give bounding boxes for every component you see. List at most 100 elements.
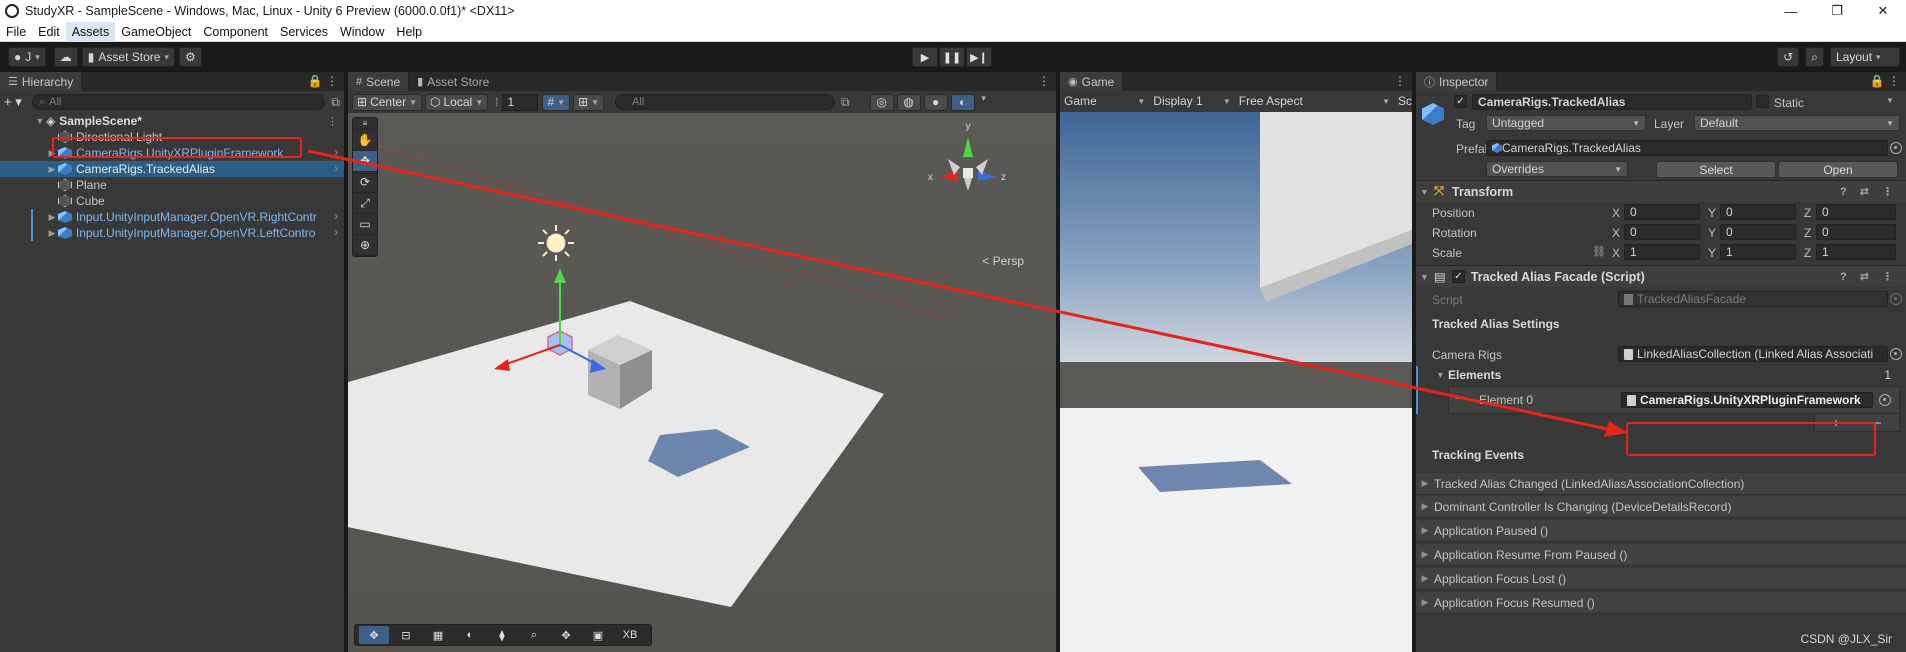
pan-icon[interactable]: ✥ [551,626,581,644]
expand-arrow-icon[interactable]: ▶ [46,212,58,223]
collapse-arrow-icon[interactable]: ▼ [1420,272,1434,282]
hierarchy-item[interactable]: Cube [0,193,344,209]
tag-dropdown[interactable]: Untagged ▼ [1486,115,1646,131]
constrain-proportions-icon[interactable]: ⛓ [1592,245,1606,258]
chevron-down-icon[interactable]: ▼ [1886,96,1894,105]
object-name-field[interactable]: CameraRigs.TrackedAlias [1472,94,1752,110]
game-viewport[interactable] [1060,112,1412,652]
history-button[interactable]: ↺ [1777,47,1800,67]
lighting-toggle-icon[interactable]: ◐ [455,626,485,644]
expand-arrow-icon[interactable]: ▶ [1416,597,1434,608]
camera-rigs-field[interactable]: LinkedAliasCollection (Linked Alias Asso… [1618,346,1888,362]
hierarchy-item[interactable]: Directional Light [0,129,344,145]
menu-edit[interactable]: Edit [32,22,66,42]
restore-button[interactable]: ❐ [1814,0,1860,22]
event-row[interactable]: ▶ Application Paused () [1416,520,1906,542]
layer-dropdown[interactable]: Default ▼ [1694,115,1900,131]
element-row[interactable]: ═ Element 0 CameraRigs.UnityXRPluginFram… [1448,386,1900,414]
minimize-button[interactable]: — [1768,0,1814,22]
open-prefab-button[interactable]: Open [1778,161,1898,178]
close-button[interactable]: ✕ [1860,0,1906,22]
scene-viewport[interactable]: y x z ≡ ✋ ✥ ⟳ ⤢ ▭ ⊕ < Persp ✥ ⊟ ▦ ◐ ⧫ ⌕ … [348,113,1056,652]
rotation-y-input[interactable]: 0 [1720,224,1796,240]
elements-count-input[interactable]: 1 [1836,367,1898,383]
tab-inspector[interactable]: ⓘ Inspector [1416,72,1498,91]
expand-arrow-icon[interactable]: ▶ [1416,501,1434,512]
search-button[interactable]: ⌕ [1805,47,1824,67]
xr-label[interactable]: XB [615,626,645,644]
drag-handle-icon[interactable]: ═ [1455,392,1463,404]
component-header-icons[interactable]: ? ⇄ ⋮ [1840,185,1898,198]
scene-search-input[interactable]: All [615,94,836,110]
position-y-input[interactable]: 0 [1720,204,1796,220]
grid-toggle-button[interactable]: # ▼ [542,93,571,111]
hierarchy-item[interactable]: ▶ Input.UnityInputManager.OpenVR.RightCo… [0,209,344,225]
object-picker-icon[interactable] [1890,142,1902,154]
asset-store-button[interactable]: ▮ Asset Store ▾ [81,47,175,67]
rotate-tool-icon[interactable]: ⟳ [353,172,377,193]
event-row[interactable]: ▶ Application Focus Resumed () [1416,592,1906,614]
event-row[interactable]: ▶ Application Focus Lost () [1416,568,1906,590]
scene-menu-icon[interactable]: ⋮ [327,115,338,128]
menu-component[interactable]: Component [197,22,274,42]
add-object-button[interactable]: + ▾ [4,94,32,110]
prefab-asset-field[interactable]: CameraRigs.TrackedAlias [1486,140,1888,156]
menu-gameobject[interactable]: GameObject [115,22,197,42]
collapse-arrow-icon[interactable]: ▼ [1436,370,1445,380]
pivot-rotation-dropdown[interactable]: ⬡ Local ▼ [425,93,489,111]
account-button[interactable]: ● J ▾ [8,47,46,67]
play-button[interactable]: ▶ [912,47,938,67]
scale-y-input[interactable]: 1 [1720,244,1796,260]
expand-arrow-icon[interactable]: ▶ [46,164,58,175]
aspect-dropdown[interactable]: Free Aspect ▼ [1239,94,1390,108]
expand-arrow-icon[interactable]: ▶ [1416,549,1434,560]
menu-file[interactable]: File [0,22,32,42]
element0-field[interactable]: CameraRigs.UnityXRPluginFramework [1621,392,1873,408]
panel-menu-icon[interactable]: 🔒 ⋮ [308,74,338,88]
menu-window[interactable]: Window [334,22,390,42]
chevron-right-icon[interactable]: › [334,163,338,175]
tab-asset-store[interactable]: ▮ Asset Store [409,72,499,91]
rotation-z-input[interactable]: 0 [1816,224,1896,240]
panel-menu-icon[interactable]: ⋮ [1394,74,1406,88]
hierarchy-item[interactable]: ▶ Input.UnityInputManager.OpenVR.LeftCon… [0,225,344,241]
expand-arrow-icon[interactable]: ▶ [1416,573,1434,584]
camera-icon[interactable]: ▣ [583,626,613,644]
chevron-right-icon[interactable]: › [334,147,338,159]
object-picker-icon[interactable] [1890,348,1902,360]
tab-game[interactable]: ◉ Game [1060,72,1124,91]
position-z-input[interactable]: 0 [1816,204,1896,220]
chevron-right-icon[interactable]: › [334,211,338,223]
layout-dropdown[interactable]: Layout ▾ [1830,47,1900,67]
tab-hierarchy[interactable]: ☰ Hierarchy [0,72,83,91]
event-row[interactable]: ▶ Application Resume From Paused () [1416,544,1906,566]
scene-root-row[interactable]: ▼ ◈ SampleScene* ⋮ [0,113,344,129]
active-checkbox[interactable]: ✓ [1454,95,1467,108]
hand-tool-icon[interactable]: ✋ [353,130,377,151]
rotation-x-input[interactable]: 0 [1624,224,1700,240]
grid-visibility-icon[interactable]: ▦ [423,626,453,644]
remove-element-button[interactable]: − [1874,416,1881,430]
scale-tool-icon[interactable]: ⤢ [353,193,377,214]
hierarchy-item-selected[interactable]: ▶ CameraRigs.TrackedAlias › [0,161,344,177]
component-enabled-checkbox[interactable]: ✓ [1451,270,1465,283]
move-grid-icon[interactable]: ✥ [359,626,389,644]
move-tool-icon[interactable]: ✥ [353,151,377,172]
shaded-icon[interactable]: ● [923,93,948,111]
global-icon[interactable]: ◎ [869,93,894,111]
hierarchy-item[interactable]: ▶ CameraRigs.UnityXRPluginFramework › [0,145,344,161]
hierarchy-search-input[interactable]: ⌕ All [32,94,326,110]
menu-services[interactable]: Services [274,22,334,42]
filter-icon[interactable]: ⧉ [331,95,340,110]
zoom-icon[interactable]: ⌕ [519,626,549,644]
collapse-arrow-icon[interactable]: ▼ [1420,187,1434,197]
expand-arrow-icon[interactable]: ▶ [46,148,58,159]
step-button[interactable]: ▶❙ [966,47,992,67]
scale-z-input[interactable]: 1 [1816,244,1896,260]
expand-arrow-icon[interactable]: ▶ [46,228,58,239]
wireframe-shading-icon[interactable]: ◍ [896,93,921,111]
lock-icon[interactable]: 🔒 ⋮ [1870,74,1900,88]
menu-help[interactable]: Help [390,22,428,42]
collapse-arrow-icon[interactable]: ▼ [34,116,46,126]
hierarchy-item[interactable]: Plane [0,177,344,193]
